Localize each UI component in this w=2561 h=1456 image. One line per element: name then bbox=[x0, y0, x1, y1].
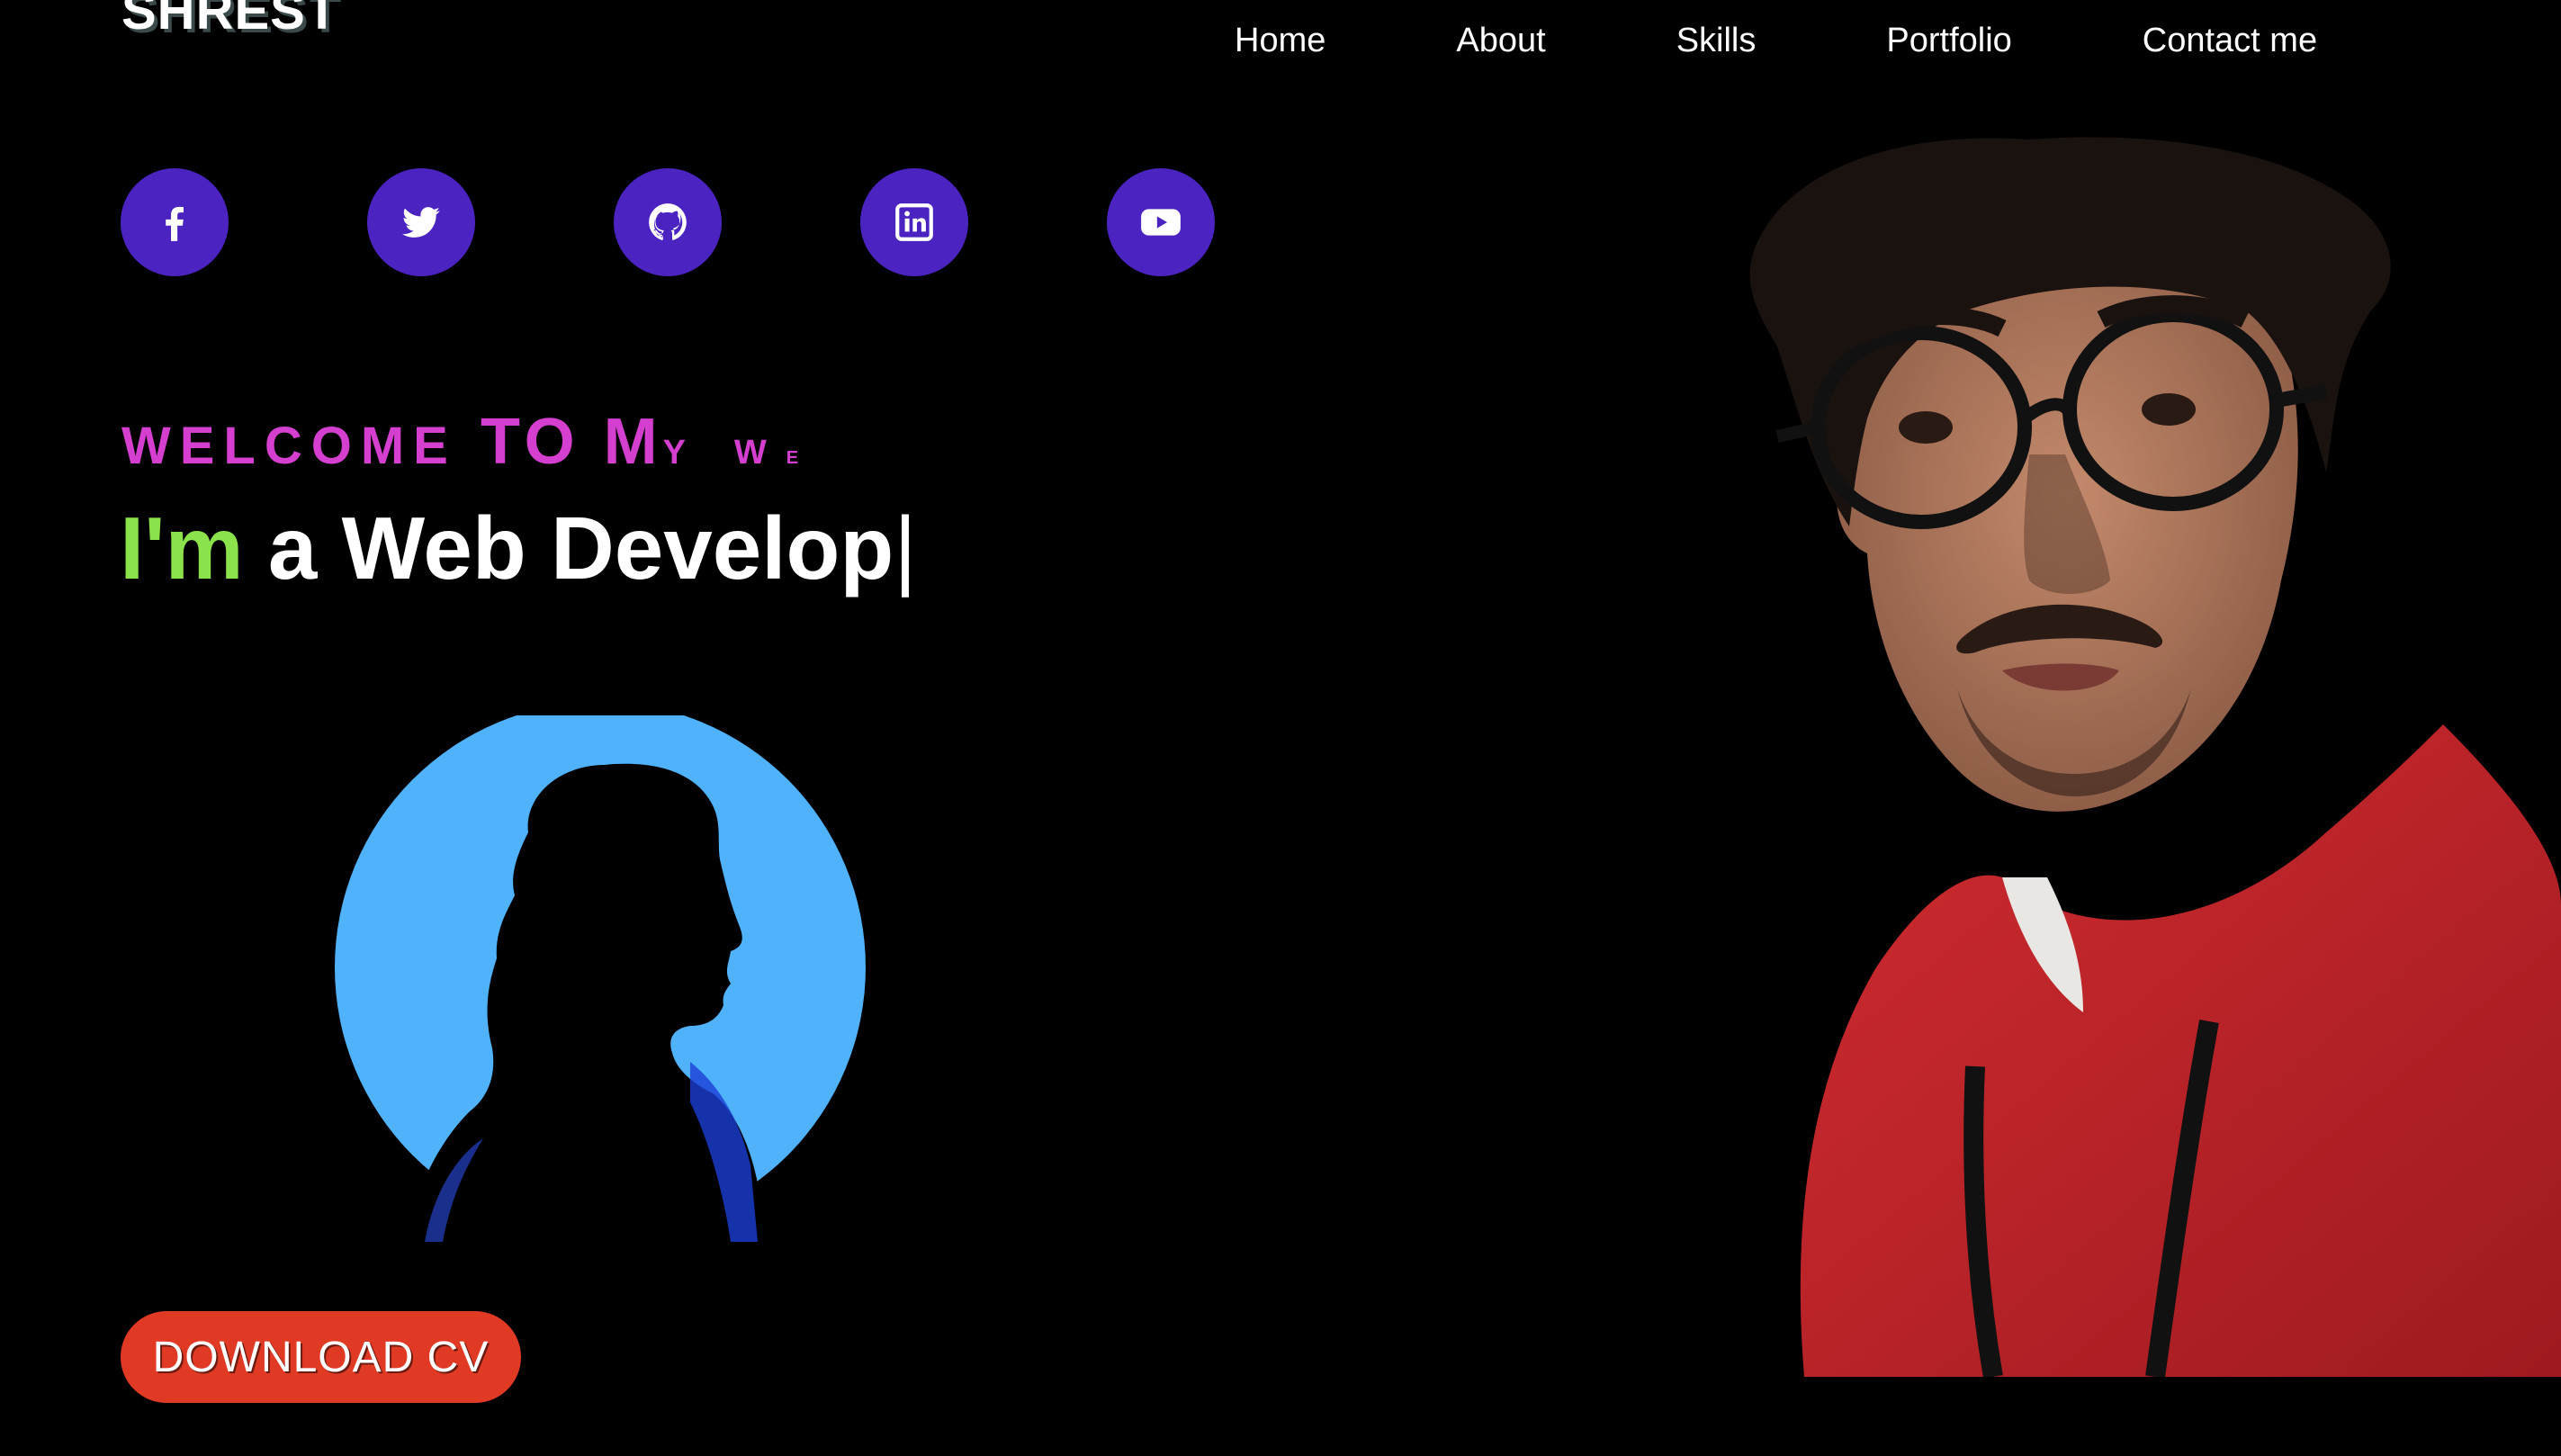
facebook-icon bbox=[166, 206, 184, 241]
welcome-part-2: TO M bbox=[480, 406, 663, 478]
twitter-icon bbox=[402, 207, 440, 238]
main-nav: Home About Skills Portfolio Contact me bbox=[1235, 18, 2317, 63]
github-button[interactable] bbox=[614, 168, 722, 276]
youtube-button[interactable] bbox=[1107, 168, 1215, 276]
welcome-part-1: WELCOME bbox=[121, 417, 481, 475]
headline-im: I'm bbox=[120, 499, 244, 598]
nav-about-link[interactable]: About bbox=[1456, 18, 1545, 63]
nav-skills-link[interactable]: Skills bbox=[1676, 18, 1757, 63]
welcome-part-4: E bbox=[786, 448, 826, 468]
facebook-button[interactable] bbox=[121, 168, 229, 276]
download-cv-button[interactable]: DOWNLOAD CV bbox=[121, 1311, 521, 1403]
twitter-button[interactable] bbox=[367, 168, 475, 276]
page: SHREST Home About Skills Portfolio Conta… bbox=[0, 0, 2561, 1456]
profile-photo bbox=[1749, 137, 2561, 1377]
social-links bbox=[121, 168, 1215, 276]
nav-contact-link[interactable]: Contact me bbox=[2143, 18, 2317, 63]
silhouette-image bbox=[335, 715, 866, 1246]
headline-role: a Web Develop bbox=[267, 499, 894, 598]
youtube-icon bbox=[1141, 209, 1181, 236]
github-icon bbox=[649, 203, 687, 240]
nav-portfolio-link[interactable]: Portfolio bbox=[1886, 18, 2011, 63]
linkedin-button[interactable] bbox=[860, 168, 968, 276]
welcome-text: WELCOME TO MY WE bbox=[121, 409, 825, 474]
site-logo[interactable]: SHREST bbox=[121, 0, 338, 38]
welcome-part-3: Y W bbox=[662, 434, 786, 472]
typing-cursor: | bbox=[894, 499, 917, 598]
linkedin-icon bbox=[895, 203, 933, 241]
nav-home-link[interactable]: Home bbox=[1235, 18, 1325, 63]
typed-headline: I'm a Web Develop| bbox=[120, 504, 917, 592]
